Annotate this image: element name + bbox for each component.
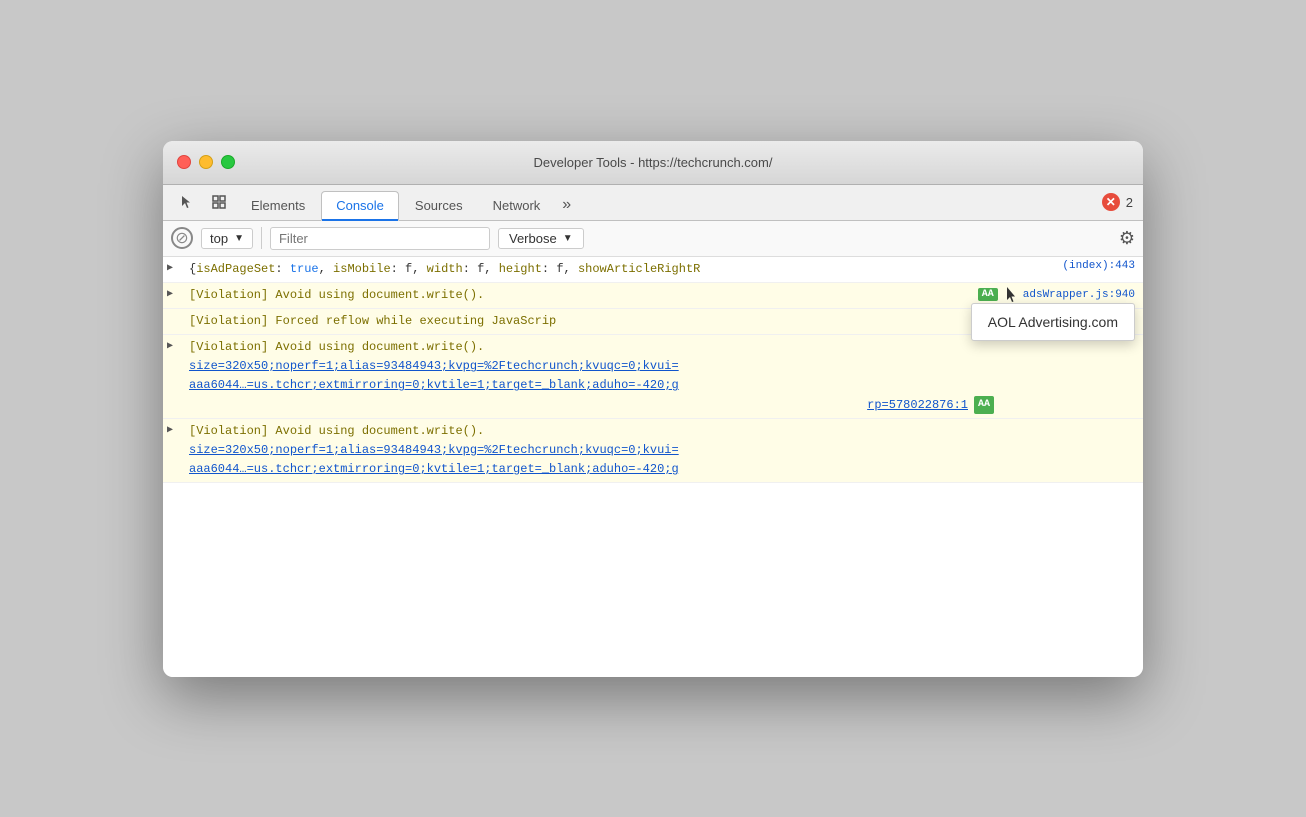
filter-input[interactable] <box>270 227 490 250</box>
verbose-selector[interactable]: Verbose ▼ <box>498 228 584 249</box>
source-link-1[interactable]: (index):443 <box>1062 260 1135 272</box>
row-gutter-2: ▶ <box>163 286 183 300</box>
url-link-4b[interactable]: aaa6044…=us.tchcr;extmirroring=0;kvtile=… <box>189 378 679 392</box>
console-row-2: ▶ [Violation] Avoid using document.write… <box>163 283 1143 309</box>
no-entry-icon[interactable]: ⊘ <box>171 227 193 249</box>
row-content-2: [Violation] Avoid using document.write()… <box>183 286 943 305</box>
row-source-1: (index):443 <box>1003 260 1143 272</box>
aa-badge-2: AA <box>978 288 998 301</box>
tabs: Elements Console Sources Network » <box>237 185 1098 220</box>
row-content-5: [Violation] Avoid using document.write()… <box>183 422 1003 480</box>
title-bar: Developer Tools - https://techcrunch.com… <box>163 141 1143 185</box>
url-link-4a[interactable]: size=320x50;noperf=1;alias=93484943;kvpg… <box>189 359 679 373</box>
expand-triangle-5[interactable]: ▶ <box>167 424 173 436</box>
close-button[interactable] <box>177 155 191 169</box>
more-tabs-button[interactable]: » <box>556 190 577 220</box>
inspect-tool-button[interactable] <box>205 188 233 216</box>
row-content-4: [Violation] Avoid using document.write()… <box>183 338 1003 415</box>
url-link-5a[interactable]: size=320x50;noperf=1;alias=93484943;kvpg… <box>189 443 679 457</box>
expand-triangle-2[interactable]: ▶ <box>167 288 173 300</box>
settings-icon[interactable]: ⚙ <box>1119 228 1135 249</box>
url-link-4c[interactable]: rp=578022876:1 <box>867 396 968 415</box>
tab-elements[interactable]: Elements <box>237 191 319 221</box>
tab-bar: Elements Console Sources Network » ✕ 2 <box>163 185 1143 221</box>
row-gutter-5: ▶ <box>163 422 183 436</box>
context-dropdown-arrow: ▼ <box>234 233 244 244</box>
tab-console[interactable]: Console <box>321 191 399 221</box>
cursor-icon <box>1005 286 1019 304</box>
row-gutter-1: ▶ <box>163 260 183 274</box>
maximize-button[interactable] <box>221 155 235 169</box>
row-content-1: {isAdPageSet: true, isMobile: f, width: … <box>183 260 1003 279</box>
cursor-tool-button[interactable] <box>173 188 201 216</box>
devtools-window: Developer Tools - https://techcrunch.com… <box>163 141 1143 677</box>
row-gutter-3 <box>163 312 183 314</box>
traffic-lights <box>177 155 235 169</box>
verbose-dropdown-arrow: ▼ <box>563 233 573 244</box>
minimize-button[interactable] <box>199 155 213 169</box>
tab-network[interactable]: Network <box>479 191 555 221</box>
separator <box>261 227 262 249</box>
error-badge: ✕ 2 <box>1102 193 1133 211</box>
console-toolbar: ⊘ top ▼ Verbose ▼ ⚙ <box>163 221 1143 257</box>
console-row-4: ▶ [Violation] Avoid using document.write… <box>163 335 1143 419</box>
console-row-1: ▶ {isAdPageSet: true, isMobile: f, width… <box>163 257 1143 283</box>
row-source-2: AA adsWrapper.js:940 <box>943 286 1143 304</box>
error-count: 2 <box>1126 195 1133 210</box>
aa-badge-4: AA <box>974 396 994 414</box>
row-content-3: [Violation] Forced reflow while executin… <box>183 312 1003 331</box>
aa-tooltip: AOL Advertising.com <box>971 303 1135 341</box>
row-gutter-4: ▶ <box>163 338 183 352</box>
console-row-5: ▶ [Violation] Avoid using document.write… <box>163 419 1143 484</box>
url-link-5b[interactable]: aaa6044…=us.tchcr;extmirroring=0;kvtile=… <box>189 462 679 476</box>
context-selector[interactable]: top ▼ <box>201 228 253 249</box>
expand-triangle-1[interactable]: ▶ <box>167 262 173 274</box>
expand-triangle-4[interactable]: ▶ <box>167 340 173 352</box>
source-link-2[interactable]: adsWrapper.js:940 <box>1023 289 1135 301</box>
tab-sources[interactable]: Sources <box>401 191 477 221</box>
console-content: ▶ {isAdPageSet: true, isMobile: f, width… <box>163 257 1143 677</box>
window-title: Developer Tools - https://techcrunch.com… <box>534 155 773 170</box>
error-icon: ✕ <box>1102 193 1120 211</box>
